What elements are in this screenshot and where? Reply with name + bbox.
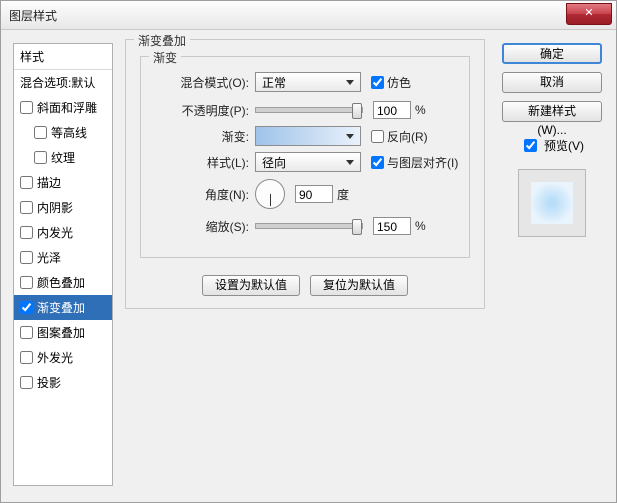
opacity-unit: % — [415, 103, 426, 117]
style-item-checkbox[interactable] — [20, 326, 33, 339]
inner-title: 渐变 — [149, 49, 181, 66]
style-item-checkbox[interactable] — [34, 151, 47, 164]
close-icon: ✕ — [584, 7, 593, 19]
style-item-9[interactable]: 图案叠加 — [14, 320, 112, 345]
style-item-6[interactable]: 光泽 — [14, 245, 112, 270]
style-item-checkbox[interactable] — [20, 226, 33, 239]
scale-label: 缩放(S): — [141, 218, 255, 235]
preview-input[interactable] — [524, 139, 537, 152]
style-label: 样式(L): — [141, 154, 255, 171]
angle-unit: 度 — [337, 186, 349, 203]
style-item-label: 描边 — [37, 174, 61, 191]
style-item-10[interactable]: 外发光 — [14, 345, 112, 370]
style-item-checkbox[interactable] — [20, 101, 33, 114]
opacity-thumb[interactable] — [352, 103, 362, 119]
dither-checkbox[interactable]: 仿色 — [371, 74, 411, 91]
style-item-1[interactable]: 等高线 — [14, 120, 112, 145]
reverse-label: 反向(R) — [387, 128, 428, 145]
angle-input[interactable]: 90 — [295, 185, 333, 203]
reverse-input[interactable] — [371, 130, 384, 143]
reset-default-button[interactable]: 复位为默认值 — [310, 275, 408, 296]
style-item-checkbox[interactable] — [20, 351, 33, 364]
group-title: 渐变叠加 — [134, 32, 190, 49]
blend-mode-label: 混合模式(O): — [141, 74, 255, 91]
style-item-label: 外发光 — [37, 349, 73, 366]
style-item-label: 内发光 — [37, 224, 73, 241]
style-item-label: 图案叠加 — [37, 324, 85, 341]
align-input[interactable] — [371, 156, 384, 169]
blend-options-item[interactable]: 混合选项:默认 — [14, 70, 112, 95]
layer-style-dialog: 图层样式 ✕ 样式 混合选项:默认 斜面和浮雕等高线纹理描边内阴影内发光光泽颜色… — [0, 0, 617, 503]
titlebar: 图层样式 ✕ — [1, 1, 616, 30]
style-item-checkbox[interactable] — [20, 301, 33, 314]
scale-input[interactable]: 150 — [373, 217, 411, 235]
style-item-2[interactable]: 纹理 — [14, 145, 112, 170]
make-default-button[interactable]: 设置为默认值 — [202, 275, 300, 296]
style-item-label: 内阴影 — [37, 199, 73, 216]
window-title: 图层样式 — [1, 7, 57, 24]
style-item-8[interactable]: 渐变叠加 — [14, 295, 112, 320]
align-checkbox[interactable]: 与图层对齐(I) — [371, 154, 458, 171]
dither-input[interactable] — [371, 76, 384, 89]
style-combo[interactable]: 径向 — [255, 152, 361, 172]
style-item-4[interactable]: 内阴影 — [14, 195, 112, 220]
cancel-button[interactable]: 取消 — [502, 72, 602, 93]
angle-needle — [270, 194, 271, 206]
blend-mode-value: 正常 — [262, 74, 286, 91]
style-value: 径向 — [262, 154, 286, 171]
reverse-checkbox[interactable]: 反向(R) — [371, 128, 428, 145]
styles-list: 样式 混合选项:默认 斜面和浮雕等高线纹理描边内阴影内发光光泽颜色叠加渐变叠加图… — [13, 43, 113, 486]
style-item-checkbox[interactable] — [20, 176, 33, 189]
close-button[interactable]: ✕ — [566, 3, 612, 25]
gradient-label: 渐变: — [141, 128, 255, 145]
gradient-overlay-group: 渐变叠加 渐变 混合模式(O): 正常 仿色 不透明度(P): — [125, 39, 485, 309]
style-item-0[interactable]: 斜面和浮雕 — [14, 95, 112, 120]
scale-slider[interactable] — [255, 223, 363, 229]
opacity-slider[interactable] — [255, 107, 363, 113]
style-item-checkbox[interactable] — [20, 276, 33, 289]
style-item-label: 投影 — [37, 374, 61, 391]
ok-button[interactable]: 确定 — [502, 43, 602, 64]
chevron-down-icon — [346, 80, 354, 85]
dialog-body: 样式 混合选项:默认 斜面和浮雕等高线纹理描边内阴影内发光光泽颜色叠加渐变叠加图… — [1, 29, 616, 502]
style-item-label: 颜色叠加 — [37, 274, 85, 291]
style-item-5[interactable]: 内发光 — [14, 220, 112, 245]
style-item-label: 等高线 — [51, 124, 87, 141]
preview-swatch — [531, 182, 573, 224]
preview-checkbox[interactable]: 预览(V) — [502, 136, 602, 155]
gradient-picker[interactable] — [255, 126, 361, 146]
style-item-checkbox[interactable] — [20, 201, 33, 214]
style-item-11[interactable]: 投影 — [14, 370, 112, 395]
style-item-label: 光泽 — [37, 249, 61, 266]
right-column: 确定 取消 新建样式(W)... 预览(V) — [502, 43, 602, 237]
blend-mode-combo[interactable]: 正常 — [255, 72, 361, 92]
opacity-label: 不透明度(P): — [141, 102, 255, 119]
angle-label: 角度(N): — [141, 186, 255, 203]
style-item-3[interactable]: 描边 — [14, 170, 112, 195]
styles-header[interactable]: 样式 — [14, 44, 112, 70]
gradient-inner-group: 渐变 混合模式(O): 正常 仿色 不透明度(P): — [140, 56, 470, 258]
chevron-down-icon — [346, 160, 354, 165]
style-item-checkbox[interactable] — [20, 376, 33, 389]
scale-unit: % — [415, 219, 426, 233]
blend-options-label: 混合选项:默认 — [20, 74, 95, 91]
new-style-button[interactable]: 新建样式(W)... — [502, 101, 602, 122]
preview-box — [518, 169, 586, 237]
angle-dial[interactable] — [255, 179, 285, 209]
style-item-7[interactable]: 颜色叠加 — [14, 270, 112, 295]
dither-label: 仿色 — [387, 74, 411, 91]
preview-label: 预览(V) — [544, 137, 584, 154]
style-item-checkbox[interactable] — [34, 126, 47, 139]
opacity-input[interactable]: 100 — [373, 101, 411, 119]
align-label: 与图层对齐(I) — [387, 154, 458, 171]
scale-thumb[interactable] — [352, 219, 362, 235]
style-item-label: 斜面和浮雕 — [37, 99, 97, 116]
style-item-label: 纹理 — [51, 149, 75, 166]
style-item-checkbox[interactable] — [20, 251, 33, 264]
chevron-down-icon — [346, 134, 354, 139]
style-item-label: 渐变叠加 — [37, 299, 85, 316]
